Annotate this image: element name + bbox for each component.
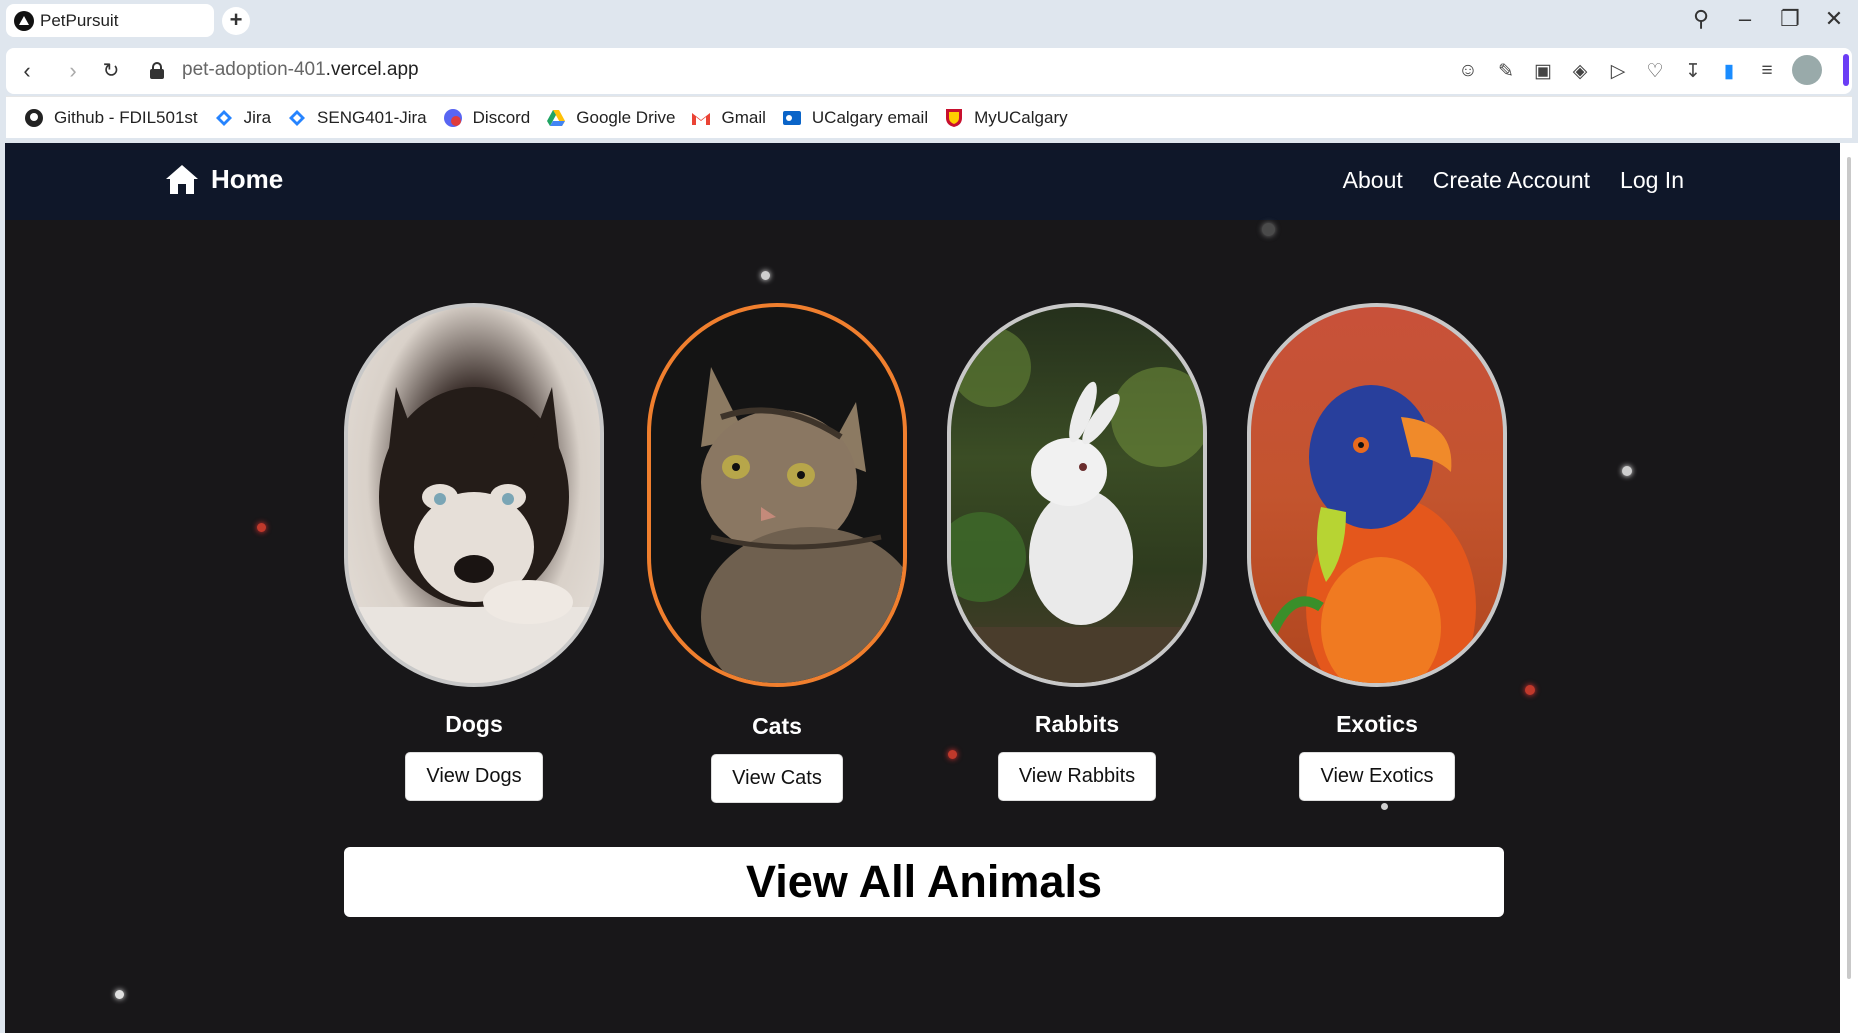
minimize-icon[interactable]: – (1727, 6, 1763, 32)
forward-icon[interactable]: › (58, 58, 88, 84)
reload-icon[interactable]: ↻ (96, 58, 126, 83)
nav-about-link[interactable]: About (1343, 167, 1403, 194)
category-title-rabbits: Rabbits (1034, 711, 1120, 737)
discord-icon (443, 108, 463, 128)
close-window-icon[interactable]: ✕ (1816, 6, 1852, 32)
category-card-rabbits: Rabbits View Rabbits (947, 303, 1207, 801)
address-bar-url[interactable]: pet-adoption-401.vercel.app (182, 59, 419, 81)
browser-tab-strip: PetPursuit + ⚲ – ❐ ✕ (0, 0, 1858, 46)
category-card-exotics: Exotics View Exotics (1247, 303, 1507, 801)
search-tabs-icon[interactable]: ⚲ (1683, 6, 1719, 32)
google-drive-icon (546, 108, 566, 128)
particle-dot (115, 990, 124, 999)
scrollbar-thumb[interactable] (1847, 157, 1851, 979)
bookmark-ucalgary-email[interactable]: UCalgary email (782, 108, 928, 128)
category-title-cats: Cats (752, 713, 802, 739)
category-card-dogs: Dogs View Dogs (344, 303, 604, 801)
home-icon (166, 165, 198, 194)
restore-icon[interactable]: ❐ (1772, 6, 1808, 32)
category-title-dogs: Dogs (445, 711, 503, 737)
site-favicon-icon (14, 10, 34, 31)
lock-icon[interactable] (150, 62, 164, 79)
parrot-photo[interactable] (1247, 303, 1507, 687)
edit-icon[interactable]: ✎ (1494, 60, 1518, 83)
home-link[interactable]: Home (165, 163, 283, 195)
outlook-icon (782, 108, 802, 128)
site-navbar: Home About Create Account Log In (5, 143, 1840, 220)
extension-icon[interactable]: ▮ (1717, 60, 1741, 83)
bookmark-discord[interactable]: Discord (443, 108, 530, 128)
profile-avatar[interactable] (1792, 55, 1822, 85)
nav-create-account-link[interactable]: Create Account (1433, 167, 1590, 194)
sidebar-toggle[interactable] (1843, 54, 1849, 86)
view-cats-button[interactable]: View Cats (711, 754, 843, 803)
bookmark-seng401-jira[interactable]: SENG401-Jira (287, 108, 427, 128)
jira-icon (214, 108, 234, 128)
bookmark-gmail[interactable]: Gmail (691, 108, 766, 128)
bookmarks-bar: Github - FDIL501st Jira SENG401-Jira Dis… (6, 96, 1852, 138)
heart-icon[interactable]: ♡ (1643, 60, 1667, 83)
bookmark-jira[interactable]: Jira (214, 108, 271, 128)
shield-icon[interactable]: ◈ (1568, 60, 1592, 83)
camera-icon[interactable]: ▣ (1531, 60, 1555, 83)
back-icon[interactable]: ‹ (12, 58, 42, 84)
particle-dot (1381, 803, 1388, 810)
bookmark-github[interactable]: Github - FDIL501st (24, 108, 198, 128)
bookmark-myucalgary[interactable]: MyUCalgary (944, 108, 1068, 128)
category-title-exotics: Exotics (1336, 711, 1418, 737)
new-tab-button[interactable]: + (222, 7, 250, 35)
bookmark-google-drive[interactable]: Google Drive (546, 108, 675, 128)
gmail-icon (691, 108, 711, 128)
github-icon (24, 108, 44, 128)
particle-dot (761, 271, 770, 280)
nav-log-in-link[interactable]: Log In (1620, 167, 1684, 194)
view-all-animals-button[interactable]: View All Animals (344, 847, 1504, 917)
jira-icon (287, 108, 307, 128)
particle-dot (1525, 685, 1535, 695)
particle-dot (1622, 466, 1632, 476)
page-viewport: Home About Create Account Log In Dogs Vi… (5, 143, 1840, 1033)
rabbit-photo[interactable] (947, 303, 1207, 687)
play-icon[interactable]: ▷ (1606, 60, 1630, 83)
category-card-cats: Cats View Cats (647, 303, 907, 803)
download-icon[interactable]: ↧ (1681, 60, 1705, 83)
dog-photo[interactable] (344, 303, 604, 687)
nav-links: About Create Account Log In (1343, 167, 1684, 194)
home-label: Home (211, 163, 284, 194)
view-rabbits-button[interactable]: View Rabbits (997, 752, 1157, 801)
page-scrollbar[interactable] (1840, 143, 1858, 1033)
view-exotics-button[interactable]: View Exotics (1299, 752, 1455, 801)
cat-photo[interactable] (647, 303, 907, 687)
particle-dot (257, 523, 266, 532)
view-dogs-button[interactable]: View Dogs (405, 752, 543, 801)
tab-title: PetPursuit (40, 10, 119, 30)
emoji-icon[interactable]: ☺ (1456, 60, 1480, 82)
ucalgary-crest-icon (944, 108, 964, 128)
menu-icon[interactable]: ≡ (1755, 60, 1779, 82)
browser-tab[interactable]: PetPursuit (6, 4, 214, 37)
particle-dot (1262, 223, 1275, 236)
